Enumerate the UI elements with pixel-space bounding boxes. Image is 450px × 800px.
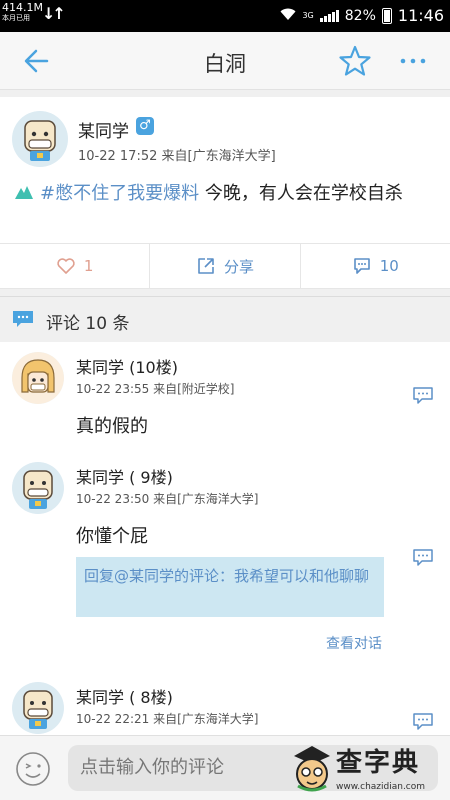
battery-percent: 82% [344, 7, 376, 24]
star-icon [339, 45, 371, 76]
watermark-logo [294, 746, 330, 792]
post-author[interactable]: 某同学 [78, 117, 129, 142]
heart-icon [57, 258, 75, 274]
comment-item: 某同学 (10楼) 10-22 23:55 来自[附近学校] 真的假的 [0, 342, 450, 452]
reply-icon[interactable] [412, 386, 434, 406]
title-bar: 白洞 [0, 32, 450, 90]
topic-icon [15, 186, 33, 199]
avatar[interactable] [12, 682, 64, 734]
comment-item: 某同学 ( 9楼) 10-22 23:50 来自[广东海洋大学] 你懂个屁 回复… [0, 452, 450, 672]
clock: 11:46 [397, 6, 444, 25]
comments-title: 评论 10 条 [46, 314, 130, 334]
data-transfer-icon: ↓↑ [42, 4, 66, 23]
data-usage: 414.1M 本月已用 [2, 2, 43, 23]
post-body: #憋不住了我要爆料 今晚，有人会在学校自杀 [14, 181, 434, 207]
topic-link[interactable]: #憋不住了我要爆料 [40, 183, 199, 204]
post: 某同学 ♂ 10-22 17:52 来自[广东海洋大学] #憋不住了我要爆料 今… [0, 97, 450, 243]
male-icon: ♂ [136, 117, 154, 135]
reply-icon[interactable] [412, 548, 434, 568]
comment-count: 10 [379, 257, 399, 275]
signal-icon [319, 9, 339, 22]
avatar[interactable] [12, 462, 64, 514]
page-title: 白洞 [204, 52, 246, 76]
comment-author[interactable]: 某同学 ( 9楼) [76, 464, 173, 488]
data-usage-note: 本月已用 [2, 14, 30, 22]
share-button[interactable]: 分享 [150, 244, 301, 288]
comment-list: 某同学 (10楼) 10-22 23:55 来自[附近学校] 真的假的 某同学 … [0, 342, 450, 735]
post-meta: 10-22 17:52 来自[广东海洋大学] [78, 149, 276, 164]
comment-meta: 10-22 22:21 来自[广东海洋大学] [76, 712, 259, 726]
comment-meta: 10-22 23:50 来自[广东海洋大学] [76, 492, 259, 506]
favorite-button[interactable] [338, 44, 372, 78]
watermark-title: 查字典 [336, 748, 421, 778]
data-usage-value: 414.1M [2, 1, 43, 14]
quoted-reply[interactable]: 回复@某同学的评论：我希望可以和他聊聊 [76, 557, 384, 617]
more-button[interactable] [396, 44, 430, 78]
comment-meta: 10-22 23:55 来自[附近学校] [76, 382, 235, 396]
wifi-icon [280, 7, 296, 25]
comment-button[interactable]: 10 [301, 244, 450, 288]
avatar[interactable] [12, 352, 64, 404]
watermark: 查字典 www.chazidian.com [290, 740, 450, 800]
comment-bubble-icon [13, 311, 33, 327]
post-action-bar: 1 分享 10 [0, 243, 450, 289]
share-label: 分享 [223, 257, 254, 276]
like-count: 1 [83, 257, 94, 275]
comment-icon [353, 258, 370, 274]
comment-text: 真的假的 [76, 416, 148, 437]
comment-text: 你懂个屁 [76, 526, 148, 547]
watermark-url: www.chazidian.com [336, 782, 426, 792]
avatar[interactable] [12, 111, 68, 167]
share-icon [198, 258, 214, 274]
more-icon [400, 58, 426, 64]
comments-header: 评论 10 条 [0, 296, 450, 342]
comment-item: 某同学 ( 8楼) 10-22 22:21 来自[广东海洋大学] [0, 672, 450, 735]
emoji-button[interactable] [14, 750, 52, 788]
network-type: 3G [302, 11, 314, 20]
post-text: 今晚，有人会在学校自杀 [199, 183, 403, 204]
status-bar: 414.1M 本月已用 ↓↑ 3G 82% 11:46 [0, 0, 450, 32]
reply-icon[interactable] [412, 712, 434, 732]
like-button[interactable]: 1 [0, 244, 151, 288]
smiley-icon [16, 752, 50, 786]
comment-author[interactable]: 某同学 ( 8楼) [76, 684, 173, 708]
comment-author[interactable]: 某同学 (10楼) [76, 354, 178, 378]
view-conversation-link[interactable]: 查看对话 [326, 633, 382, 653]
battery-icon [381, 7, 392, 24]
